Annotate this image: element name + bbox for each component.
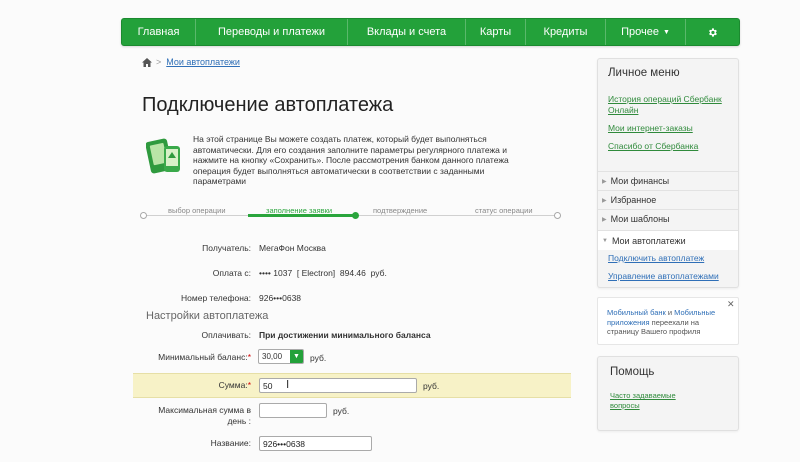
recipient-value: МегаФон Москва [259,243,326,253]
sum-label-text: Сумма: [218,380,248,390]
sum-unit: руб. [423,381,440,391]
nav-other[interactable]: Прочее ▼ [606,19,686,45]
mobile-bank-link[interactable]: Мобильный банк [607,308,666,317]
required-mark: * [247,380,251,390]
max-per-day-label-line2: день : [227,415,251,426]
step-dot-3 [554,212,561,219]
step-select-operation: выбор операции [168,206,226,215]
intro-text: На этой странице Вы можете создать плате… [193,134,509,186]
sum-input[interactable] [259,378,417,393]
faq-link[interactable]: Часто задаваемые вопросы [610,391,700,410]
sidebar-link-connect-autopayment[interactable]: Подключить автоплатеж [608,253,704,263]
chevron-down-icon: ▼ [662,28,670,36]
required-mark: * [247,352,251,362]
close-icon[interactable]: ✕ [727,299,735,310]
max-per-day-label: Максимальная сумма в день : [150,405,251,426]
chevron-right-icon: ▶ [602,197,607,204]
pay-condition-value: При достижении минимального баланса [259,330,431,340]
notice-text: Мобильный банк и Мобильные приложения пе… [607,308,725,337]
min-balance-value: 30,00 [262,352,283,361]
min-balance-label-text: Минимальный баланс: [158,352,248,362]
progress-steps: выбор операции заполнение заявки подтвер… [140,206,561,226]
sidebar-section-label: Мои шаблоны [610,214,670,224]
sidebar-section-templates[interactable]: ▶ Мои шаблоны [598,209,738,228]
min-balance-label: Минимальный баланс:* [140,352,251,362]
name-label: Название: [210,438,251,448]
sidebar-section-autopayments[interactable]: ▼ Мои автоплатежи [598,230,738,250]
max-per-day-input[interactable] [259,403,327,418]
nav-deposits-accounts[interactable]: Вклады и счета [348,19,466,45]
min-balance-unit: руб. [310,353,327,363]
text-cursor-icon: I [286,378,290,391]
chevron-right-icon: ▶ [602,216,607,223]
sidebar-link-internet-orders[interactable]: Мои интернет-заказы [608,123,693,134]
chevron-right-icon: > [156,57,162,67]
nav-cards[interactable]: Карты [466,19,526,45]
sidebar-section-finances[interactable]: ▶ Мои финансы [598,171,738,190]
pay-condition-label: Оплачивать: [201,330,251,340]
help-title: Помощь [610,366,655,378]
payfrom-value: •••• 1037 [ Electron] 894.46 руб. [259,268,387,278]
chevron-right-icon: ▶ [602,178,607,185]
sidebar-section-label: Мои автоплатежи [611,235,686,246]
home-icon[interactable] [142,57,152,67]
step-operation-status: статус операции [475,206,533,215]
nav-credits[interactable]: Кредиты [526,19,606,45]
sidebar-section-label: Мои финансы [610,176,670,186]
step-dot-1 [140,212,147,219]
sidebar-section-favorites[interactable]: ▶ Избранное [598,190,738,209]
mobile-phone-icon [146,138,180,174]
phone-value: 926•••0638 [259,293,302,303]
top-navigation: Главная Переводы и платежи Вклады и счет… [121,18,740,46]
nav-other-label: Прочее [621,26,659,38]
chevron-down-icon: ▼ [290,350,303,363]
max-per-day-unit: руб. [333,406,350,416]
page-title: Подключение автоплатежа [142,94,394,116]
breadcrumb: > Мои автоплатежи [142,57,240,67]
step-fill-request: заполнение заявки [266,206,333,215]
nav-transfers-payments[interactable]: Переводы и платежи [196,19,348,45]
recipient-label: Получатель: [202,243,251,253]
sidebar-section-label: Избранное [610,195,657,205]
nav-main[interactable]: Главная [122,19,196,45]
nav-settings[interactable] [686,19,739,45]
sidebar-link-spasibo[interactable]: Спасибо от Сбербанка [608,141,698,152]
gear-icon [709,27,717,37]
personal-menu-title: Личное меню [608,67,680,79]
chevron-down-icon: ▼ [602,237,608,244]
step-confirmation: подтверждение [373,206,428,215]
payfrom-label: Оплата с: [212,268,251,278]
sidebar-link-history[interactable]: История операций Сбербанк Онлайн [608,94,733,116]
phone-label: Номер телефона: [181,293,251,303]
step-dot-2 [352,212,359,219]
breadcrumb-my-autopayments[interactable]: Мои автоплатежи [166,57,240,67]
autopayment-settings-title: Настройки автоплатежа [146,310,269,322]
name-input[interactable] [259,436,372,451]
min-balance-select[interactable]: 30,00 ▼ [258,349,304,364]
notice-and: и [665,308,675,317]
sidebar-link-manage-autopayments[interactable]: Управление автоплатежами [608,271,719,281]
max-per-day-label-line1: Максимальная сумма в [158,405,251,415]
sum-label: Сумма:* [150,380,251,390]
